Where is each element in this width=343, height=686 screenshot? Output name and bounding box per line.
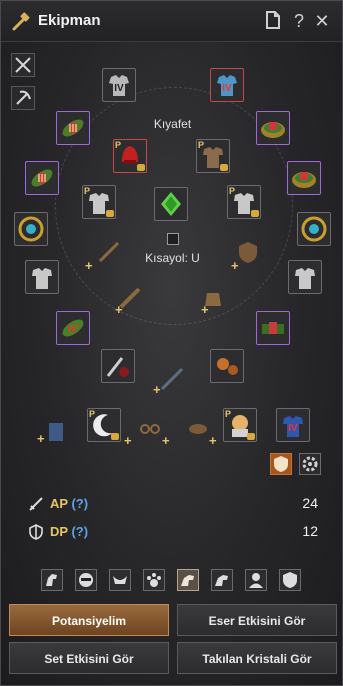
slot-armor-right[interactable] [288,260,322,294]
plus-icon: + [162,433,170,448]
slot-costume-gloves[interactable]: P [82,185,116,219]
hammer-icon [12,12,30,31]
p-tag: P [89,409,96,419]
slot-costume-shoes[interactable]: P [227,185,261,219]
lock-icon [106,210,114,217]
potential-button[interactable]: Potansiyelim [9,604,169,636]
help-button[interactable]: ? [289,11,309,31]
dp-stat-row: DP (?) 12 [28,523,318,543]
crystal-button[interactable]: Takılan Kristali Gör [177,642,337,674]
lock-icon [137,164,145,171]
preset-horse-button[interactable] [41,569,63,591]
swords-icon [15,57,31,73]
mount-icon [181,575,194,586]
slot-pet-costume[interactable]: P [223,408,257,442]
sword-icon [29,497,43,511]
preset-character-button[interactable] [245,569,267,591]
mount-icon [215,575,228,586]
placeholder-glasses-icon [140,424,160,434]
gear-icon [302,456,318,472]
ap-value: 24 [302,495,318,511]
dp-help[interactable]: (?) [71,524,88,539]
plus-icon: + [209,433,217,448]
slot-earring-right[interactable] [287,161,321,195]
title-bar[interactable]: Ekipman ? ✕ [1,1,342,42]
p-tag: P [198,140,205,150]
slot-ring-2[interactable] [297,212,331,246]
set-effect-button[interactable]: Set Etkisini Gör [9,642,169,674]
slot-alchemy-stone[interactable] [154,187,188,221]
artifact-effect-button[interactable]: Eser Etkisini Gör [177,604,337,636]
lock-icon [251,210,259,217]
slot-earring-left[interactable] [25,161,59,195]
preset-mount-button[interactable] [177,569,199,591]
preset-mount-2-button[interactable] [211,569,233,591]
placeholder-book-icon [49,423,63,441]
slot-costume-helmet[interactable]: P [113,139,147,173]
plus-icon: + [153,382,161,397]
outfit-label: Kıyafet [153,117,192,131]
shield-icon [274,456,288,472]
dp-value: 12 [302,523,318,539]
document-icon[interactable] [263,11,283,31]
slot-lantern[interactable]: P [87,408,121,442]
slot-grade-text: IV [222,83,232,94]
preset-underwear-button[interactable] [109,569,131,591]
p-tag: P [225,409,232,419]
window-title: Ekipman [38,12,101,29]
shield-toggle-button[interactable] [270,453,292,475]
swords-tool-button[interactable] [11,53,35,77]
plus-icon: + [115,302,123,317]
underwear-icon [113,576,127,584]
close-button[interactable]: ✕ [312,11,332,31]
p-tag: P [84,186,91,196]
slot-armor-top-right[interactable]: IV [210,68,244,102]
ap-stat-row: AP (?) 24 [28,495,318,515]
lock-icon [111,433,119,440]
slot-ring-right[interactable] [256,111,290,145]
slot-costume-armor[interactable]: P [196,139,230,173]
slot-armor-left[interactable] [25,260,59,294]
lock-icon [220,164,228,171]
mask-icon [79,573,93,587]
person-icon [249,573,263,588]
slot-grade-text: IV [114,83,124,94]
slot-belt-right[interactable] [256,311,290,345]
slot-grade-text: IV [68,324,78,335]
p-tag: P [229,186,236,196]
plus-icon: + [124,433,132,448]
preset-paw-button[interactable] [143,569,165,591]
dp-label: DP [50,524,68,539]
slot-tool-left[interactable] [101,349,135,383]
pickaxe-tool-button[interactable] [11,86,35,110]
equipment-window: Ekipman ? ✕ Kıyafet Kısayol: U IV IV P P [0,0,343,686]
placeholder-weapon-icon [98,241,120,263]
ap-label: AP [50,496,68,511]
paw-icon [147,573,161,587]
slot-belt-2[interactable]: IV [56,311,90,345]
placeholder-mask-icon [189,424,207,434]
lock-icon [247,433,255,440]
slot-necklace[interactable] [14,212,48,246]
shield-icon [29,524,43,540]
placeholder-fishing-rod-icon [160,367,184,391]
slot-belt-left[interactable] [56,111,90,145]
shortcut-checkbox[interactable] [167,233,179,245]
plus-icon: + [231,258,239,273]
plus-icon: + [201,302,209,317]
pickaxe-icon [16,90,31,105]
slot-tool-right[interactable] [210,349,244,383]
slot-armor-iv-bottom[interactable]: IV [276,408,310,442]
settings-button[interactable] [299,453,321,475]
preset-shield-button[interactable] [279,569,301,591]
slot-armor-top-left[interactable]: IV [102,68,136,102]
shield-icon [283,572,297,588]
plus-icon: + [85,258,93,273]
slot-grade-text: IV [288,423,298,434]
preset-row [41,569,311,593]
p-tag: P [115,140,122,150]
ap-help[interactable]: (?) [71,496,88,511]
horse-icon [46,574,57,586]
preset-face-button[interactable] [75,569,97,591]
